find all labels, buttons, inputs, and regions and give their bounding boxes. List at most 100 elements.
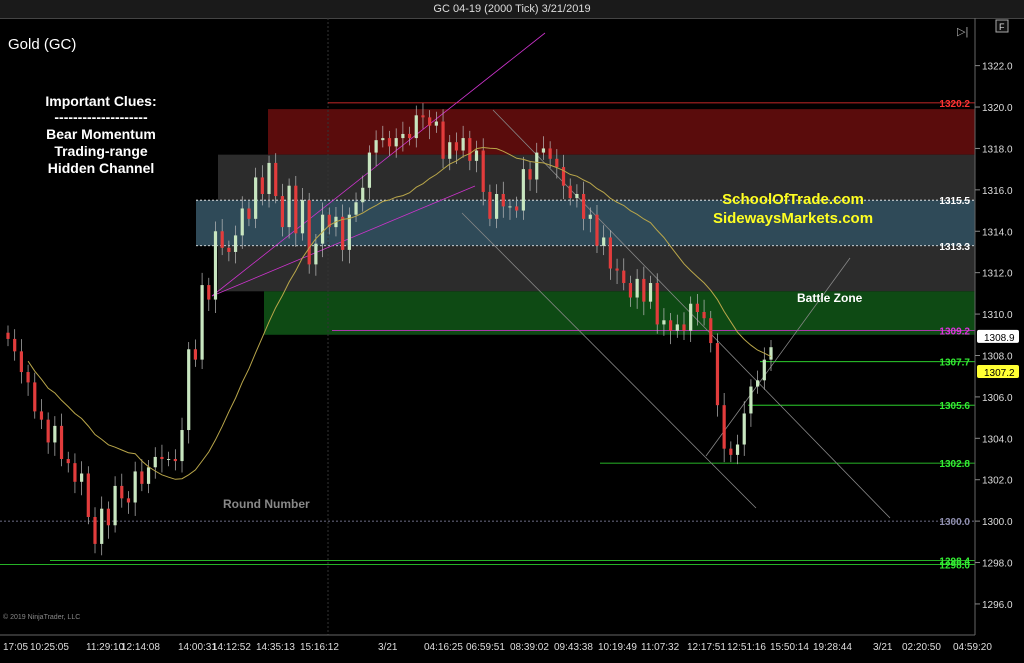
candle-body [709,318,713,344]
candle [207,277,211,311]
level-label: 1307.7 [939,358,970,369]
time-tick-label: 09:43:38 [554,642,593,653]
price-tick-label: 1306.0 [982,393,1013,404]
format-button[interactable]: F [995,19,1009,33]
candle-body [575,193,579,199]
candle-body [722,405,726,449]
price-chart[interactable]: 1320.2 1315.5 1313.3 1309.2 1307.7 1305.6 1302… [0,18,1024,663]
candle-body [488,191,492,219]
candle-body [702,312,706,319]
time-tick-label: 3/21 [873,642,893,653]
candle-body [300,200,305,234]
level-label: 1315.5 [939,196,970,207]
candle-body [33,382,37,412]
red-zone [268,109,975,155]
time-tick-label: 10:25:05 [30,642,69,653]
price-tick-label: 1302.0 [982,476,1013,487]
candle-body [26,372,30,383]
clues-divider: -------------------- [54,109,148,125]
candle-body [715,343,720,406]
candle-body [374,140,378,153]
candle-body [73,463,77,482]
candle [729,441,733,463]
candle [749,379,753,427]
time-tick-label: 04:59:20 [953,642,992,653]
candle-body [756,380,760,387]
candle-body [200,285,204,360]
candle-body [187,349,191,431]
candle-body [749,386,753,414]
candle-body [468,138,472,161]
candle-body [602,237,606,246]
level-label: 1300.0 [939,517,970,528]
candle-body [106,508,110,526]
price-tag: 1307.2 [977,365,1019,379]
lower-gray-zone [218,245,975,292]
candle [722,392,726,463]
candle-body [387,138,392,147]
time-tick-label: 15:50:14 [770,642,809,653]
play-button[interactable]: ▷| [957,26,968,38]
candle-body [662,320,666,325]
candle-body [381,138,385,141]
candle-body [133,471,137,503]
green-zone [264,291,975,335]
candle-body [347,214,351,250]
price-tick-label: 1310.0 [982,310,1013,321]
candle-body [595,214,599,246]
price-tick-label: 1316.0 [982,186,1013,197]
clues-title: Important Clues: [45,93,156,109]
candle-body [120,485,124,499]
candle-body [615,268,619,271]
candle [26,364,30,396]
price-tick-label: 1322.0 [982,62,1013,73]
candle [180,417,184,473]
svg-text:▷|: ▷| [957,26,968,38]
price-tick-label: 1308.0 [982,351,1013,362]
candle-body [535,152,539,180]
candle-body [501,193,505,207]
candle-body [314,243,318,265]
candle-body [454,142,459,151]
time-tick-label: 11:07:32 [641,642,680,653]
candle-body [354,202,358,215]
time-tick-label: 14:35:13 [256,642,295,653]
candle [133,461,137,516]
candle [735,434,740,465]
level-label: 1298.0 [939,561,970,572]
time-tick-label: 06:59:51 [466,642,505,653]
candle-body [729,448,733,455]
candle [59,413,64,467]
candle [93,507,97,554]
candle-body [494,193,499,219]
candle-body [448,142,452,159]
candle-body [361,187,365,203]
round-number-label: Round Number [223,497,310,511]
candle-body [428,117,432,126]
candle-body [608,237,612,269]
candle [13,329,17,361]
candle-body [267,162,271,194]
candle [146,460,151,494]
candle-body [588,214,592,219]
candle [39,399,44,429]
candle-body [682,324,686,331]
time-tick-label: 12:51:16 [727,642,766,653]
time-tick-label: 3/21 [378,642,398,653]
level-label: 1302.8 [939,459,970,470]
candle-body [735,444,740,455]
candle-body [521,169,525,211]
candle-body [421,115,425,118]
candle [756,370,760,394]
candle-body [233,235,238,252]
candle-body [220,231,224,248]
clue-item: Bear Momentum [46,126,156,142]
price-tick-label: 1320.0 [982,103,1013,114]
candle [113,476,117,533]
candle-body [207,285,211,300]
candle [86,466,90,525]
svg-text:F: F [999,22,1005,32]
candle [73,453,77,494]
candle-body [53,425,57,443]
candle [19,339,23,384]
